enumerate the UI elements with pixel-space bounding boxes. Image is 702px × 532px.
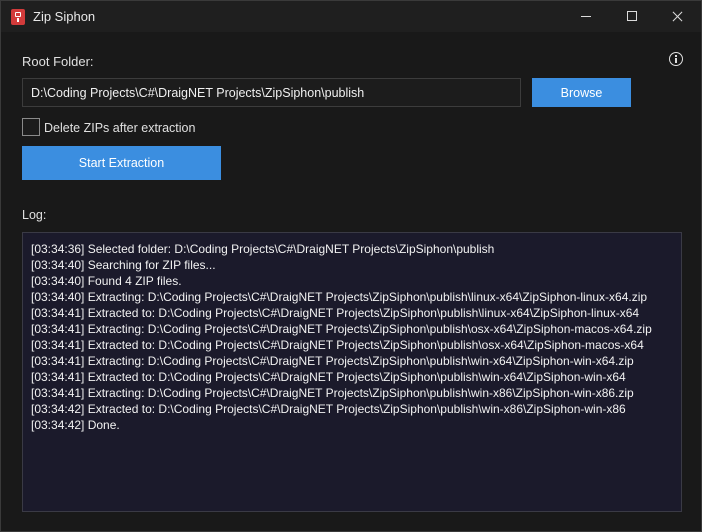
log-line: [03:34:41] Extracting: D:\Coding Project…	[31, 386, 634, 400]
minimize-icon[interactable]	[563, 1, 609, 32]
app-window: Zip Siphon Root Folder: Browse Delete ZI…	[0, 0, 702, 532]
log-label: Log:	[22, 208, 47, 222]
delete-zips-checkbox[interactable]	[22, 118, 40, 136]
root-folder-label: Root Folder:	[22, 54, 94, 69]
browse-button[interactable]: Browse	[532, 78, 631, 107]
window-title: Zip Siphon	[33, 9, 96, 24]
root-folder-input[interactable]	[22, 78, 521, 107]
log-line: [03:34:42] Extracted to: D:\Coding Proje…	[31, 402, 626, 416]
title-bar[interactable]: Zip Siphon	[1, 1, 701, 32]
log-line: [03:34:40] Searching for ZIP files...	[31, 258, 216, 272]
zip-icon	[11, 9, 25, 25]
log-line: [03:34:41] Extracted to: D:\Coding Proje…	[31, 306, 640, 320]
log-line: [03:34:40] Found 4 ZIP files.	[31, 274, 182, 288]
log-line: [03:34:41] Extracting: D:\Coding Project…	[31, 354, 634, 368]
close-icon[interactable]	[655, 1, 701, 32]
log-line: [03:34:41] Extracting: D:\Coding Project…	[31, 322, 652, 336]
log-output[interactable]: [03:34:36] Selected folder: D:\Coding Pr…	[22, 232, 682, 512]
log-line: [03:34:41] Extracted to: D:\Coding Proje…	[31, 338, 644, 352]
start-extraction-button[interactable]: Start Extraction	[22, 146, 221, 180]
info-icon[interactable]	[669, 52, 683, 66]
log-line: [03:34:36] Selected folder: D:\Coding Pr…	[31, 242, 495, 256]
log-line: [03:34:41] Extracted to: D:\Coding Proje…	[31, 370, 626, 384]
delete-zips-label[interactable]: Delete ZIPs after extraction	[44, 121, 195, 135]
maximize-icon[interactable]	[609, 1, 655, 32]
log-line: [03:34:40] Extracting: D:\Coding Project…	[31, 290, 648, 304]
log-line: [03:34:42] Done.	[31, 418, 120, 432]
